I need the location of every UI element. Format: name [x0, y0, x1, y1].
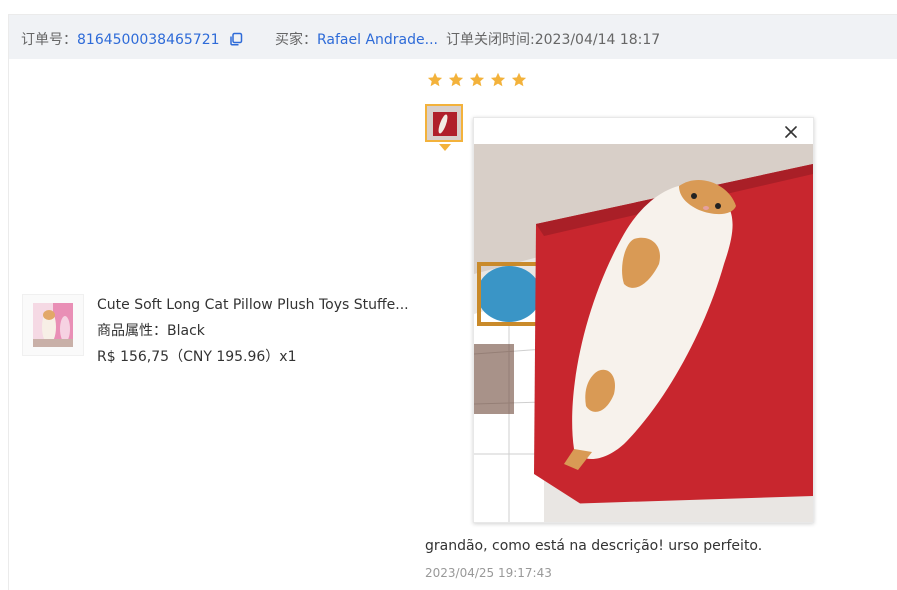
- star-icon: [448, 72, 464, 87]
- star-icon: [511, 72, 527, 87]
- order-number-label: 订单号：: [21, 32, 77, 48]
- star-icon: [490, 72, 506, 87]
- review-image-thumbnail[interactable]: [425, 104, 463, 142]
- review-text: grandão, como está na descrição! urso pe…: [425, 538, 763, 554]
- product-price: R$ 156,75（CNY 195.96）x1: [97, 349, 297, 365]
- product-thumbnail[interactable]: [22, 294, 84, 356]
- product-title[interactable]: Cute Soft Long Cat Pillow Plush Toys Stu…: [97, 292, 409, 318]
- star-icon: [469, 72, 485, 87]
- order-header: 订单号：8164500038465721 买家：Rafael Andrade..…: [9, 15, 897, 59]
- order-number-link[interactable]: 8164500038465721: [77, 32, 220, 48]
- product-attribute-label: 商品属性：: [97, 323, 167, 339]
- order-close-time: 订单关闭时间:2023/04/14 18:17: [446, 32, 661, 48]
- buyer-name-link[interactable]: Rafael Andrade...: [317, 32, 438, 48]
- copy-icon[interactable]: [229, 32, 243, 46]
- image-preview-popup: [473, 117, 814, 523]
- star-icon: [427, 72, 443, 87]
- review-date: 2023/04/25 19:17:43: [425, 566, 552, 580]
- review-photo: [474, 144, 813, 522]
- thumbnail-selected-indicator: [439, 144, 451, 151]
- product-attribute-value: Black: [167, 323, 205, 339]
- product-attribute: 商品属性：Black: [97, 318, 409, 344]
- product-info: Cute Soft Long Cat Pillow Plush Toys Stu…: [97, 292, 409, 370]
- buyer-group: 买家：Rafael Andrade...: [275, 29, 438, 49]
- buyer-label: 买家：: [275, 32, 317, 48]
- rating-stars: [427, 72, 527, 88]
- order-number-group: 订单号：8164500038465721: [21, 29, 243, 49]
- close-icon[interactable]: [783, 124, 799, 140]
